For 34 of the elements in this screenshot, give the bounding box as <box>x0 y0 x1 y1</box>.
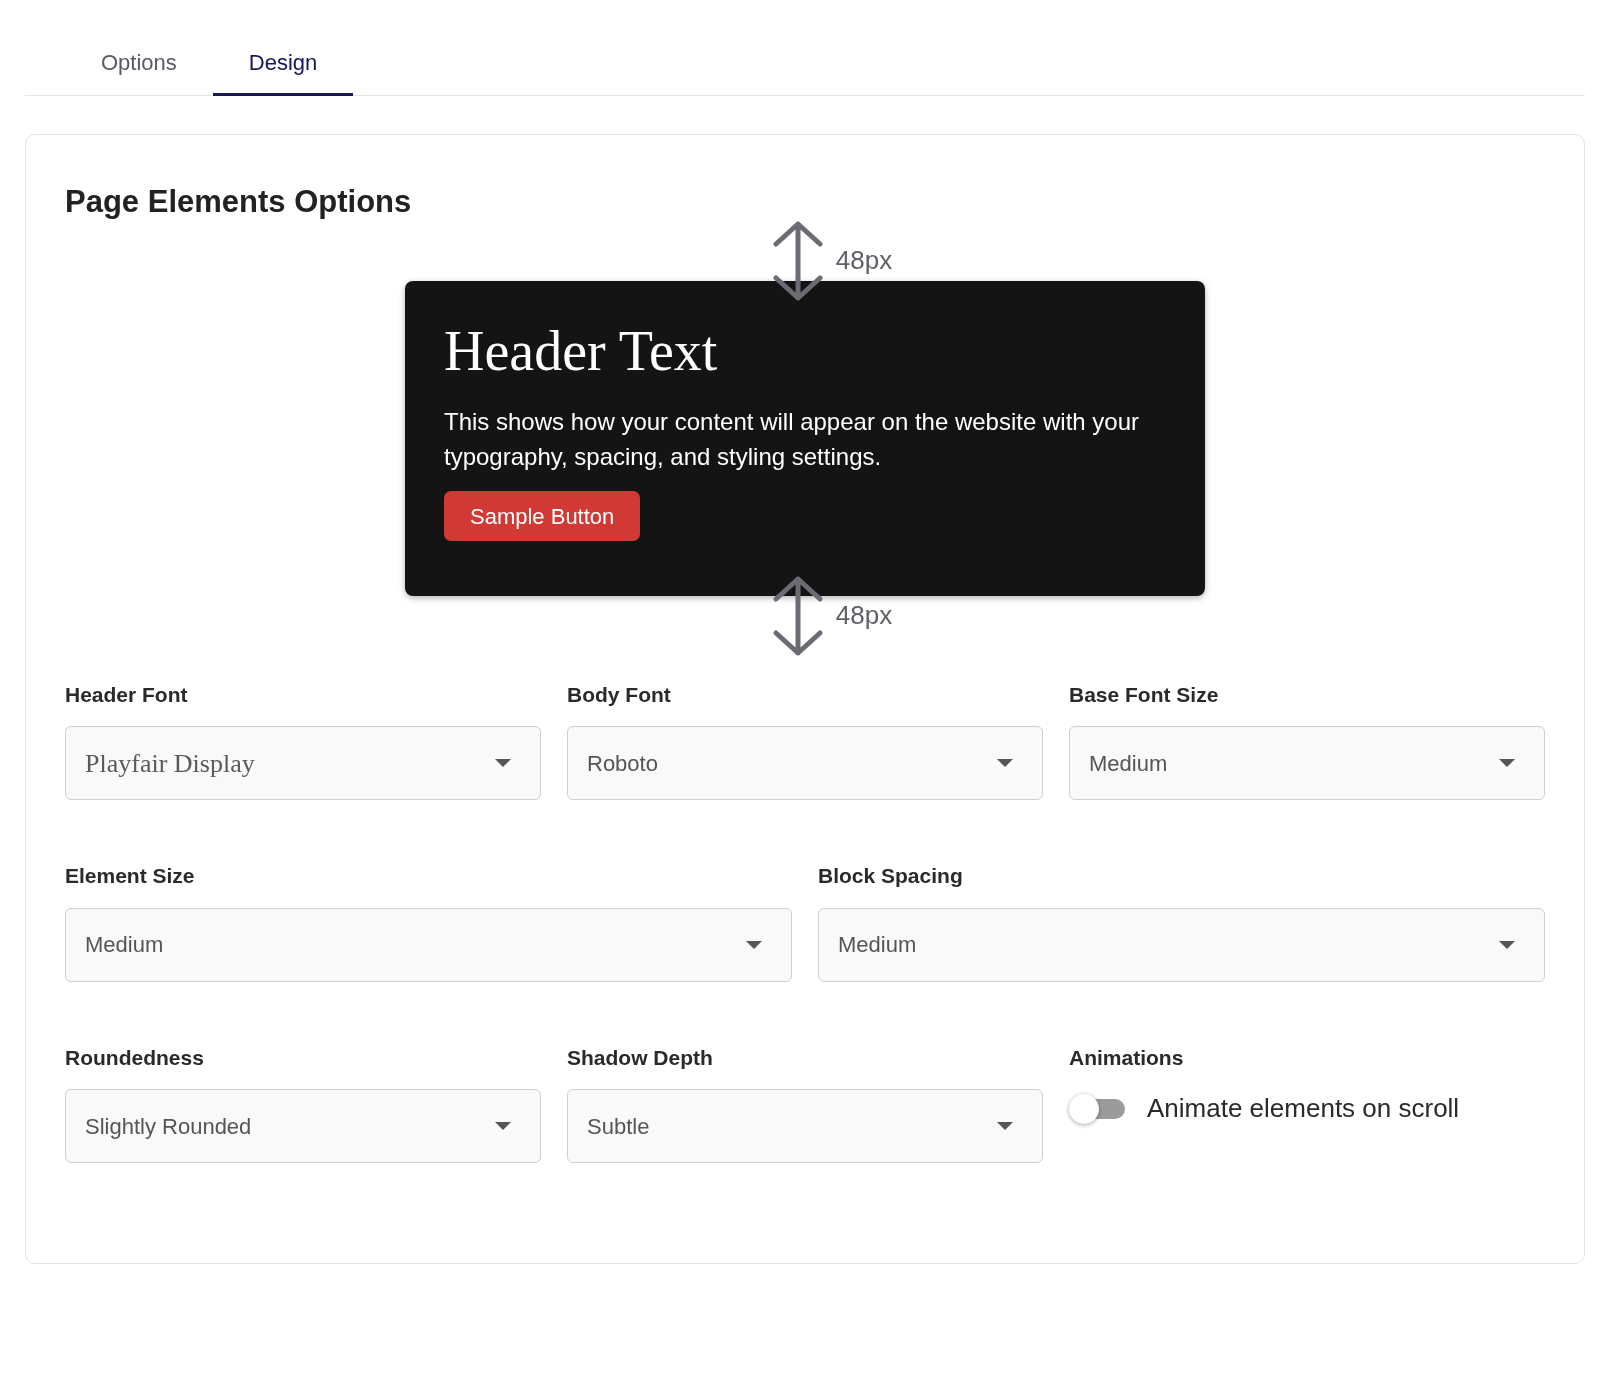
toggle-label: Animate elements on scroll <box>1147 1092 1460 1125</box>
caret-icon <box>746 940 762 949</box>
select-field[interactable]: Roboto <box>567 726 1043 800</box>
field-label: Shadow Depth <box>567 1044 714 1071</box>
preview-text: This shows how your content will appear on the website with your typography, spacing, and styling settings. <box>444 407 1140 473</box>
caret-icon <box>997 1122 1013 1130</box>
select-field[interactable]: Slightly Rounded <box>65 1089 541 1163</box>
tab[interactable]: Design <box>212 40 354 96</box>
caret-icon <box>1499 759 1515 767</box>
field-label: Block Spacing <box>818 863 964 889</box>
caret-icon <box>495 1122 511 1130</box>
field-label: Roundedness <box>65 1044 205 1071</box>
tab[interactable]: Options <box>65 40 213 96</box>
caret-icon <box>1499 940 1515 949</box>
select-field[interactable]: Playfair Display <box>65 726 541 800</box>
field-label: Body Font <box>567 681 672 708</box>
preview-header: Header Text <box>444 320 719 383</box>
spacing-label: 48px <box>835 599 893 632</box>
spacing-label: 48px <box>835 244 893 277</box>
select-field[interactable]: Subtle <box>567 1089 1043 1163</box>
caret-icon <box>997 759 1013 767</box>
field-label: Element Size <box>65 863 196 889</box>
select-field[interactable]: Medium <box>65 907 792 982</box>
field-label: Base Font Size <box>1069 681 1220 708</box>
caret-icon <box>495 759 511 767</box>
sample-button[interactable]: Sample Button <box>444 491 641 542</box>
double-arrow-icon <box>771 219 824 302</box>
double-arrow-icon <box>771 574 824 657</box>
toggle-switch[interactable] <box>1069 1093 1127 1124</box>
panel-title: Page Elements Options <box>65 183 413 221</box>
select-field[interactable]: Medium <box>1069 726 1545 800</box>
select-field[interactable]: Medium <box>818 907 1545 982</box>
field-label: Animations <box>1069 1044 1185 1071</box>
field-label: Header Font <box>65 681 189 708</box>
